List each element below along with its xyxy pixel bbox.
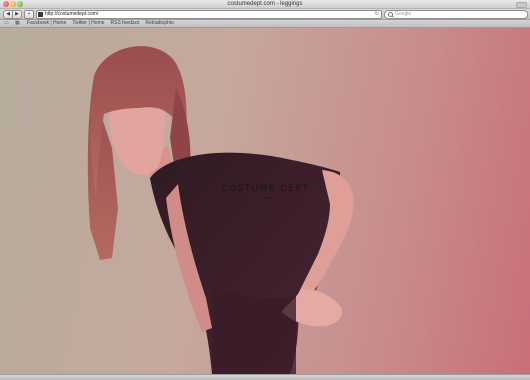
site-logo-link[interactable]: COSTUME DEPT. enter	[212, 184, 322, 200]
title-bar: costumedept.com - leggings	[0, 0, 530, 9]
browser-toolbar: ◀ ▶ + http://costumedept.com/ ↻ Google	[0, 9, 530, 20]
site-favicon-icon	[38, 12, 43, 17]
page-content: COSTUME DEPT. enter	[0, 28, 530, 374]
window-title: costumedept.com - leggings	[227, 1, 303, 7]
reading-list-icon[interactable]: ▭	[4, 21, 9, 26]
enter-link[interactable]: enter	[212, 195, 322, 200]
bookmarks-grid-icon[interactable]: ▦	[15, 21, 20, 26]
reload-icon[interactable]: ↻	[375, 11, 379, 18]
forward-button[interactable]: ▶	[12, 10, 22, 19]
add-bookmark-button[interactable]: +	[24, 10, 34, 19]
model-photo	[87, 46, 354, 374]
status-bar	[0, 374, 530, 380]
url-text[interactable]: http://costumedept.com/	[45, 11, 98, 18]
bookmark-list: Facebook | Home Twitter | Home RSS feedzzz…	[27, 20, 180, 27]
bookmark-item[interactable]: Retradiophio	[145, 20, 173, 26]
toolbar-toggle-button[interactable]	[516, 2, 527, 8]
search-placeholder[interactable]: Google	[395, 11, 411, 18]
skirt	[212, 286, 296, 374]
bookmark-item[interactable]: RSS feedzzz	[111, 20, 140, 26]
site-logo[interactable]: COSTUME DEPT.	[212, 184, 322, 195]
bookmark-item[interactable]: Facebook | Home	[27, 20, 66, 26]
address-bar[interactable]: http://costumedept.com/ ↻	[36, 10, 382, 19]
bookmarks-bar: ▭ ▦ Facebook | Home Twitter | Home RSS fee…	[0, 20, 530, 28]
search-field[interactable]: Google	[384, 10, 528, 19]
bookmark-item[interactable]: Twitter | Home	[72, 20, 104, 26]
search-icon	[388, 12, 393, 17]
